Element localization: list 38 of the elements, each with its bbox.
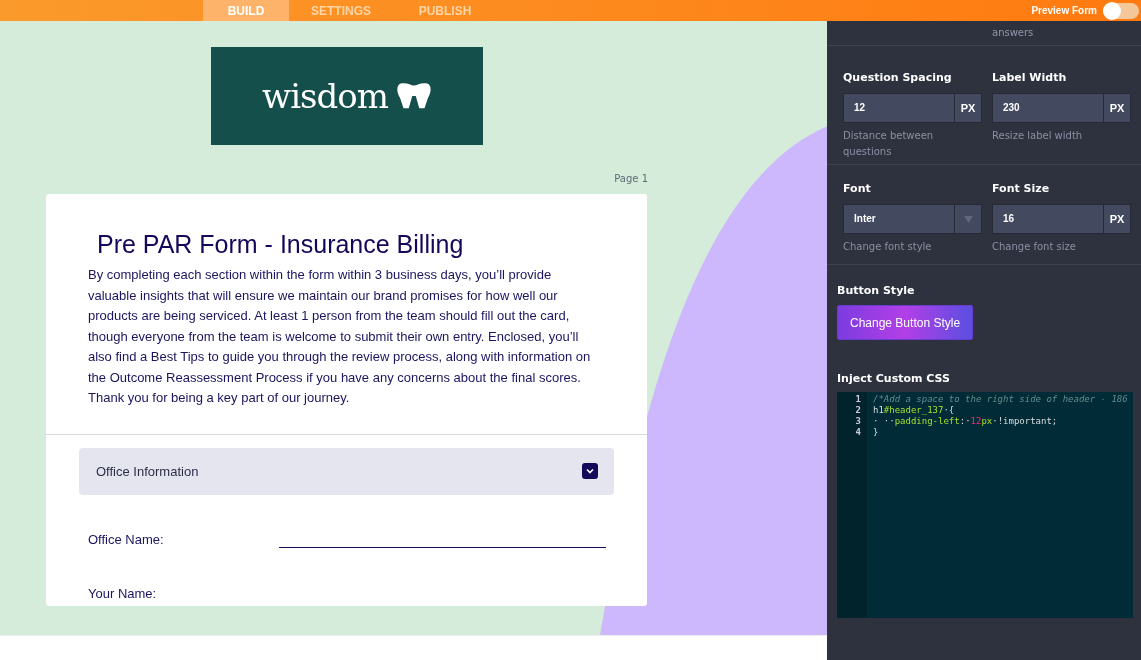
code-line: h1#header_137·{ bbox=[873, 405, 956, 416]
section-header[interactable]: Office Information bbox=[79, 447, 614, 495]
number-field[interactable]: 12 PX bbox=[843, 93, 982, 123]
number-field[interactable]: 230 PX bbox=[992, 93, 1131, 123]
logo-text: wisdom bbox=[262, 76, 388, 116]
code-editor[interactable]: 1 2 3 4 /*Add a space to the right side of header - 186 h1#header_137·{ · ··padding-left:·12px·!important; } bbox=[837, 392, 1133, 618]
page-label: Page 1 bbox=[614, 173, 648, 184]
setting-label: Button Style bbox=[837, 284, 915, 297]
section-title: Office Information bbox=[96, 463, 199, 479]
setting-label: Question Spacing bbox=[843, 71, 953, 84]
hint-text: Resize label width bbox=[992, 129, 1084, 143]
setting-label: Font bbox=[843, 182, 872, 195]
chevron-icon[interactable] bbox=[582, 463, 598, 479]
line-number: 3 bbox=[855, 416, 861, 427]
number-field[interactable]: 16 PX bbox=[992, 204, 1131, 234]
line-number: 4 bbox=[855, 427, 861, 438]
font-dropdown[interactable]: Inter bbox=[843, 204, 982, 234]
hint-text: Distance between questions bbox=[843, 129, 935, 159]
setting-label: Inject Custom CSS bbox=[837, 372, 951, 385]
form-title: Pre PAR Form - Insurance Billing bbox=[97, 230, 465, 259]
line-number: 1 bbox=[855, 394, 861, 405]
preview-label: Preview Form bbox=[1031, 5, 1097, 16]
code-line: /*Add a space to the right side of header - 186 bbox=[873, 394, 1128, 405]
form-description: By completing each section within the form within 3 business days, you’ll provide valuable insights that will ensure we maintain our brand promises for how well our products are being serviced. At least 1 person from the team should fill out the card, though everyone from the team is welcome to submit their own entry. Enclosed, you’ll also find a Best Tips to guide you through the review process, along with information on the Outcome Reassessment Process if you have any concerns about the final scores. Thank you for being a key part of our journey. bbox=[88, 266, 592, 407]
field-label: Your Name: bbox=[88, 585, 158, 601]
code-line: } bbox=[873, 427, 880, 438]
hint-text: Change font style bbox=[843, 240, 933, 254]
code-line: · ··padding-left:·12px·!important; bbox=[873, 416, 1059, 427]
caret-icon bbox=[963, 215, 973, 223]
preview-toggle[interactable] bbox=[1103, 2, 1139, 19]
change-style-button[interactable]: Change Button Style bbox=[837, 305, 974, 340]
line-number: 2 bbox=[855, 405, 861, 416]
tooth-icon bbox=[395, 82, 432, 110]
field-label: Office Name: bbox=[88, 531, 165, 547]
setting-label: Label Width bbox=[992, 71, 1068, 84]
hint-text: answers bbox=[992, 27, 1034, 38]
setting-label: Font Size bbox=[992, 182, 1051, 195]
hint-text: Change font size bbox=[992, 240, 1077, 254]
